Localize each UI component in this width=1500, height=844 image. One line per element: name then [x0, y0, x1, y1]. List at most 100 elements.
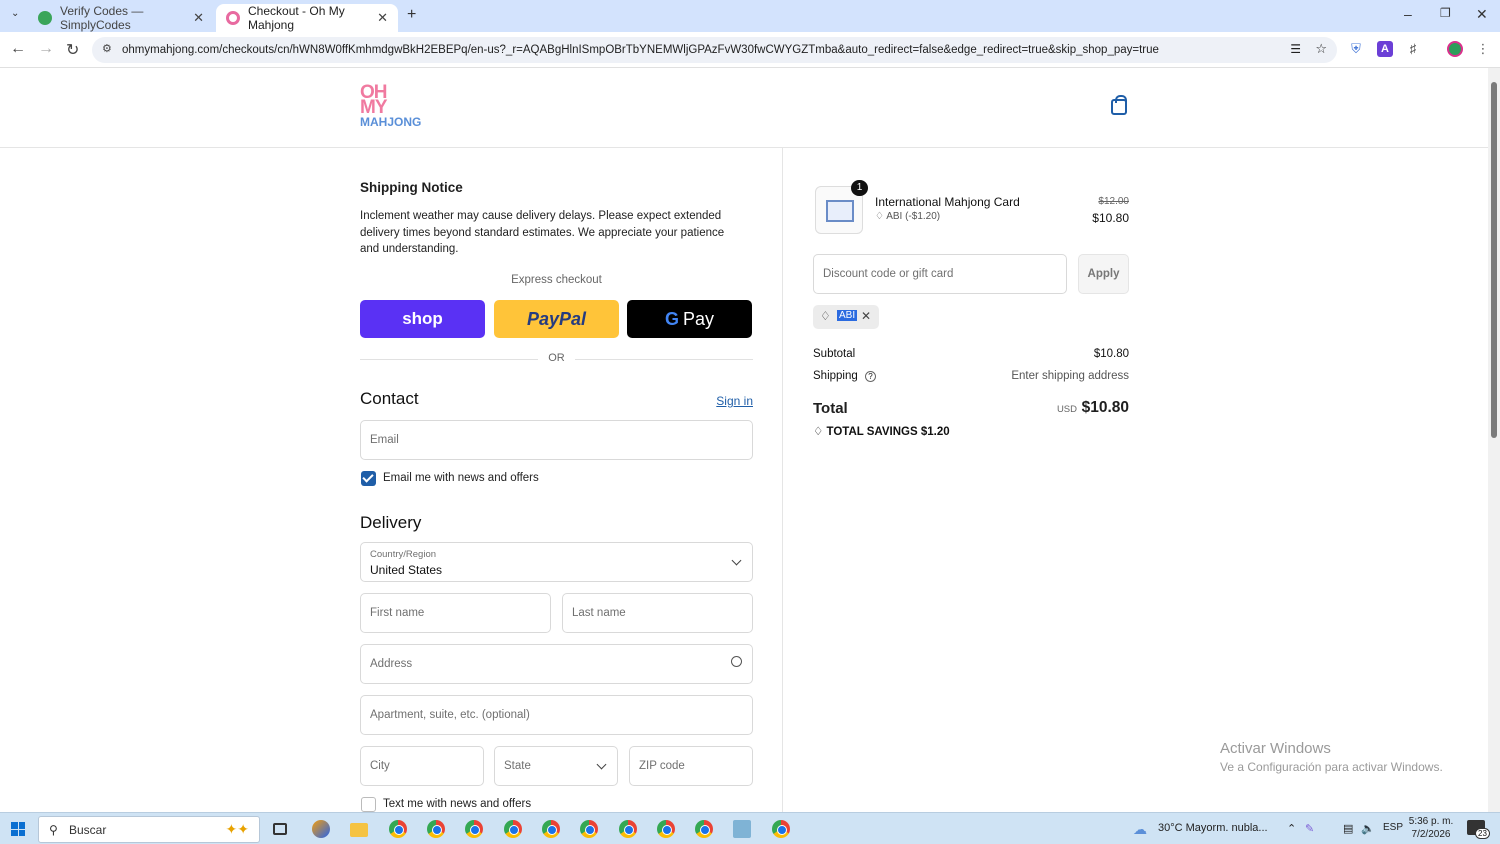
app-taskbar-icon[interactable]	[733, 820, 751, 838]
tab-title: Verify Codes — SimplyCodes	[60, 4, 144, 32]
state-select[interactable]: State	[494, 746, 618, 786]
chrome-taskbar-icon[interactable]	[465, 820, 483, 838]
page-scrollbar[interactable]	[1488, 68, 1500, 812]
sparkle-icon: ✦✦	[225, 821, 249, 837]
contact-title: Contact	[360, 389, 419, 408]
browser-menu-icon[interactable]: ⋮	[1475, 41, 1491, 57]
profile-avatar-icon[interactable]	[1447, 41, 1463, 57]
windows-taskbar: ⚲ Buscar ✦✦ ☁ 30°C Mayorm. nubla... ⌃ ✎ …	[0, 812, 1500, 844]
restore-icon[interactable]: ❐	[1440, 6, 1451, 20]
translate-icon[interactable]: ☰	[1286, 42, 1301, 56]
product-name: International Mahjong Card	[875, 195, 1020, 209]
mahjong-card-image	[826, 200, 854, 222]
taskbar-search[interactable]: ⚲ Buscar ✦✦	[38, 816, 260, 843]
task-view-icon[interactable]	[273, 823, 287, 835]
oh-my-mahjong-logo[interactable]: OH MY MAHJONG	[360, 83, 430, 133]
close-tab-icon[interactable]: ✕	[377, 10, 388, 26]
column-divider	[782, 148, 783, 812]
browser-tab-strip: ⌄ Verify Codes — SimplyCodes ✕ Checkout …	[0, 0, 1500, 32]
windows-start-icon[interactable]	[11, 822, 25, 836]
chrome-taskbar-icon[interactable]	[619, 820, 637, 838]
email-field[interactable]: Email	[360, 420, 753, 460]
minimize-icon[interactable]: –	[1404, 6, 1412, 22]
shopping-bag-icon[interactable]	[1111, 95, 1127, 115]
help-icon[interactable]: ?	[864, 371, 876, 382]
tab-simplycodes[interactable]: Verify Codes — SimplyCodes ✕	[28, 4, 214, 32]
address-bar[interactable]: ⚙ ohmymahjong.com/checkouts/cn/hWN8W0ffK…	[92, 37, 1337, 63]
logo-line2: MY	[360, 97, 388, 118]
pen-icon[interactable]: ✎	[1305, 822, 1314, 835]
site-info-icon[interactable]: ⚙	[102, 42, 112, 55]
email-news-checkbox[interactable]	[361, 471, 376, 486]
shipping-row: Shipping ? Enter shipping address	[813, 370, 1129, 382]
city-field[interactable]: City	[360, 746, 484, 786]
tab-checkout[interactable]: Checkout - Oh My Mahjong ✕	[216, 4, 398, 32]
extension-shield-icon[interactable]: ⛨	[1348, 41, 1364, 57]
close-window-icon[interactable]: ✕	[1476, 6, 1488, 23]
shipping-notice-body: Inclement weather may cause delivery del…	[360, 210, 725, 255]
forward-icon[interactable]: →	[38, 40, 54, 58]
apply-button[interactable]: Apply	[1078, 254, 1129, 294]
chrome-taskbar-icon[interactable]	[542, 820, 560, 838]
chrome-taskbar-icon[interactable]	[427, 820, 445, 838]
network-icon[interactable]: ▤	[1343, 822, 1353, 835]
chevron-down-icon	[596, 759, 607, 770]
chrome-taskbar-icon[interactable]	[695, 820, 713, 838]
search-icon: ⚲	[49, 823, 58, 837]
checkout-page: OH MY MAHJONG Shipping Notice Inclement …	[0, 68, 1488, 812]
ohmymahjong-favicon-icon	[226, 11, 240, 25]
bookmark-star-icon[interactable]: ☆	[1315, 41, 1327, 57]
copilot-icon[interactable]	[312, 820, 330, 838]
scrollbar-thumb[interactable]	[1491, 82, 1497, 438]
text-news-checkbox[interactable]	[361, 797, 376, 812]
weather-text[interactable]: 30°C Mayorm. nubla...	[1158, 822, 1268, 834]
paypal-label: PayPal	[526, 308, 587, 329]
total-value: $10.80	[1081, 399, 1129, 416]
taskbar-clock[interactable]: 5:36 p. m. 7/2/2026	[1403, 815, 1459, 841]
zip-field[interactable]: ZIP code	[629, 746, 753, 786]
address-field[interactable]: Address	[360, 644, 753, 684]
total-savings: ♢ TOTAL SAVINGS $1.20	[813, 424, 950, 438]
reload-icon[interactable]: ↻	[66, 40, 79, 60]
back-icon[interactable]: ←	[10, 40, 26, 58]
express-checkout-label: Express checkout	[511, 274, 602, 286]
country-value: United States	[370, 563, 443, 577]
shipping-notice-title: Shipping Notice	[360, 180, 463, 195]
tray-expand-icon[interactable]: ⌃	[1287, 822, 1296, 835]
last-name-placeholder: Last name	[572, 607, 626, 619]
close-tab-icon[interactable]: ✕	[193, 10, 204, 26]
tab-search-icon[interactable]: ⌄	[11, 8, 19, 19]
extension-a-icon[interactable]: A	[1377, 41, 1393, 57]
apartment-field[interactable]: Apartment, suite, etc. (optional)	[360, 695, 753, 735]
taskbar-search-text: Buscar	[69, 822, 107, 837]
or-divider: OR	[360, 352, 753, 364]
chrome-taskbar-icon[interactable]	[657, 820, 675, 838]
chrome-taskbar-icon[interactable]	[580, 820, 598, 838]
applied-discount-chip: ♢ ABI ✕	[813, 305, 879, 329]
file-explorer-icon[interactable]	[350, 823, 368, 837]
chrome-taskbar-icon[interactable]	[389, 820, 407, 838]
volume-icon[interactable]: 🔈	[1361, 822, 1375, 835]
remove-discount-icon[interactable]: ✕	[861, 309, 871, 323]
first-name-field[interactable]: First name	[360, 593, 551, 633]
state-placeholder: State	[504, 760, 531, 772]
extensions-puzzle-icon[interactable]: ♯	[1405, 41, 1421, 57]
language-indicator[interactable]: ESP	[1383, 822, 1403, 833]
watermark-subtitle: Ve a Configuración para activar Windows.	[1220, 760, 1443, 774]
new-tab-icon[interactable]: +	[407, 6, 416, 24]
tag-icon: ♢	[820, 309, 831, 323]
sign-in-link[interactable]: Sign in	[716, 394, 753, 408]
discount-code-input[interactable]: Discount code or gift card	[813, 254, 1067, 294]
shop-pay-button[interactable]: shop	[360, 300, 485, 338]
google-pay-button[interactable]: G Pay	[627, 300, 752, 338]
country-select[interactable]: Country/Region United States	[360, 542, 753, 582]
subtotal-value: $10.80	[1093, 348, 1129, 360]
savings-text: TOTAL SAVINGS $1.20	[826, 426, 950, 438]
last-name-field[interactable]: Last name	[562, 593, 753, 633]
chrome-taskbar-icon[interactable]	[772, 820, 790, 838]
chrome-taskbar-icon[interactable]	[504, 820, 522, 838]
applied-code: ABI	[837, 310, 858, 321]
shipping-value: Enter shipping address	[1011, 370, 1129, 382]
paypal-button[interactable]: PayPal	[494, 300, 619, 338]
apply-label: Apply	[1087, 268, 1120, 280]
